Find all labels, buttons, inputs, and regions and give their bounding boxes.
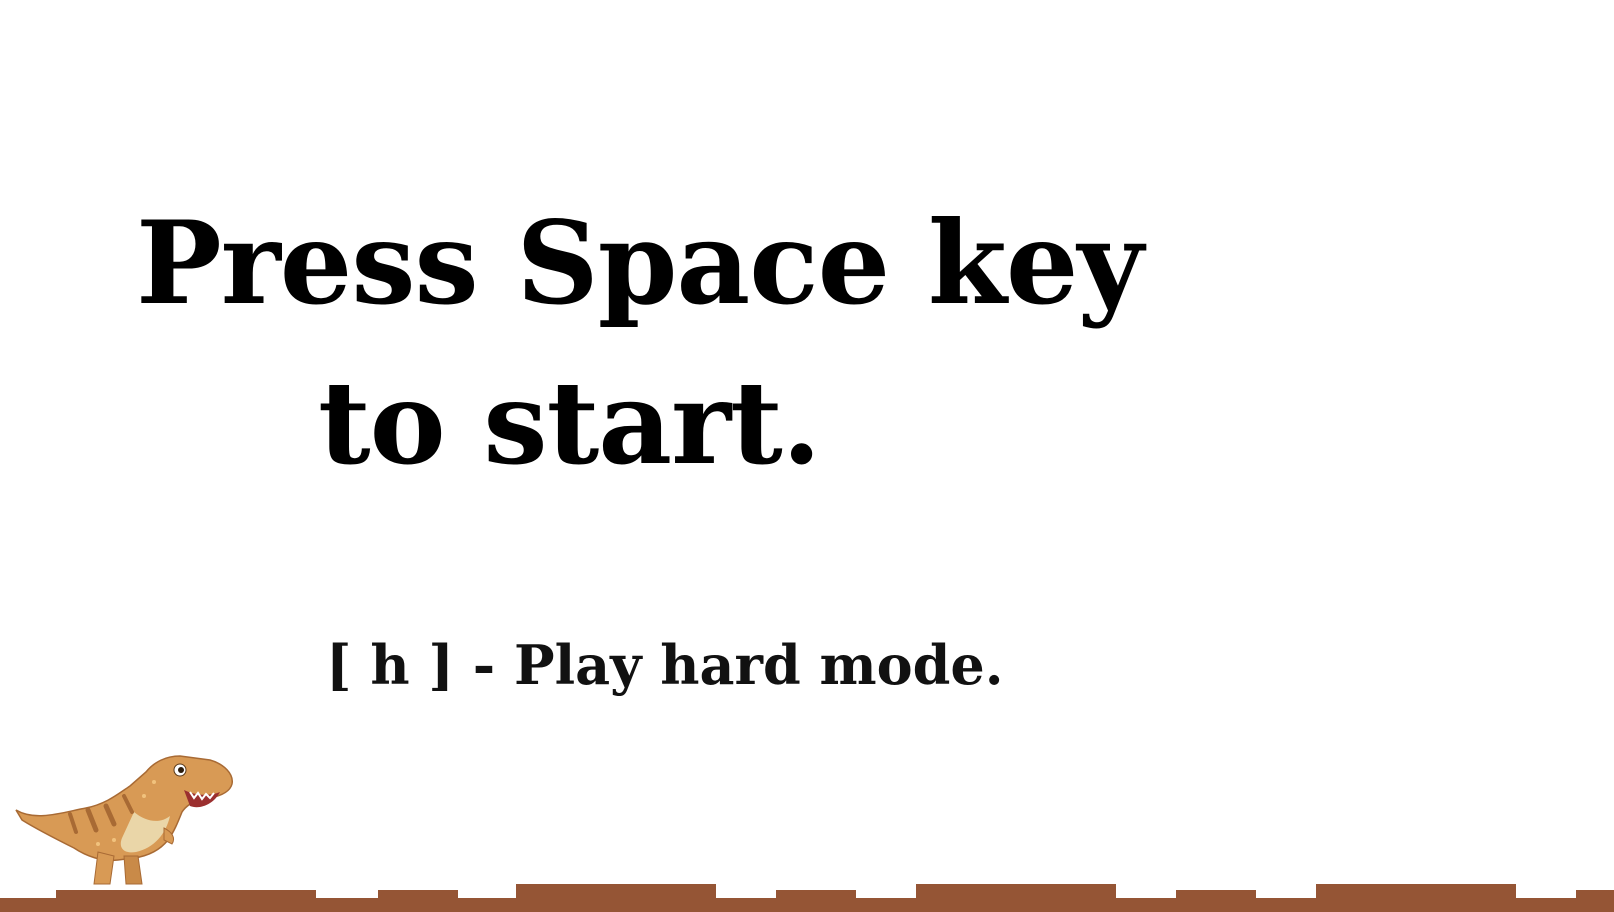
start-prompt-line-2: to start. <box>318 356 821 490</box>
game-screen[interactable]: Press Space key to start. [ h ] - Play h… <box>0 0 1614 912</box>
start-prompt-line-1: Press Space key <box>136 196 1144 330</box>
hard-mode-hint: [ h ] - Play hard mode. <box>326 633 1004 697</box>
t-rex-dinosaur-icon <box>15 755 233 885</box>
ground-strip <box>0 884 1614 912</box>
